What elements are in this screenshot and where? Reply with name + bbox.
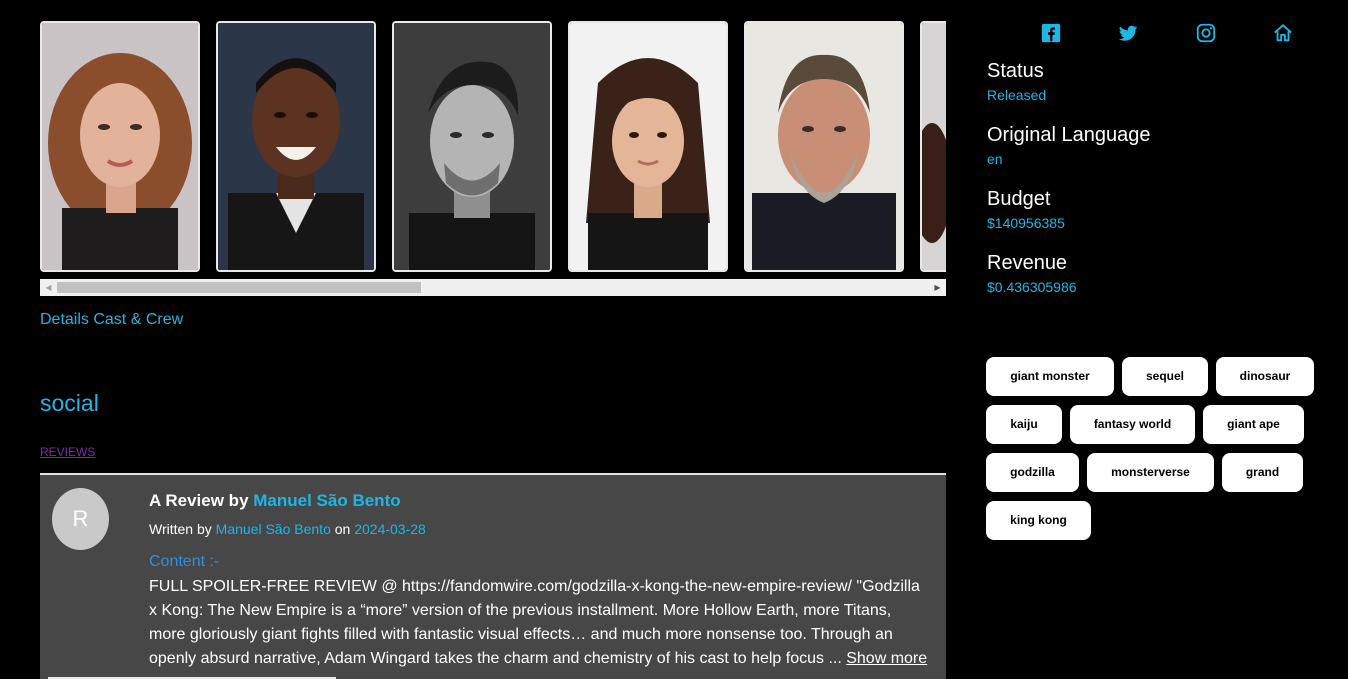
scroll-right-arrow-icon[interactable]: ▶ (929, 279, 946, 296)
show-more-link[interactable]: Show more (846, 650, 927, 667)
language-label: Original Language (987, 124, 1151, 146)
cast-photo-man-black-white[interactable] (392, 21, 552, 272)
keyword-tag[interactable]: godzilla (986, 453, 1079, 492)
avatar: R (52, 488, 109, 550)
language-value: en (987, 151, 1003, 167)
keyword-tag[interactable]: fantasy world (1070, 405, 1195, 444)
review-text: FULL SPOILER-FREE REVIEW @ https://fando… (149, 578, 920, 667)
review-body: FULL SPOILER-FREE REVIEW @ https://fando… (149, 575, 931, 671)
review-title-prefix: A Review by (149, 491, 249, 510)
review-author-name[interactable]: Manuel São Bento (216, 521, 331, 537)
status-value: Released (987, 87, 1047, 103)
tab-reviews[interactable]: REVIEWS (40, 445, 95, 459)
cast-scrollbar[interactable]: ◀ ▶ (40, 279, 946, 296)
review-card: R A Review by Manuel São Bento Written b… (40, 475, 946, 679)
cast-photo-image (746, 23, 902, 270)
cast-photo-image (394, 23, 550, 270)
cast-photo-image (570, 23, 726, 270)
cast-photo-partial[interactable] (920, 21, 946, 272)
cast-photo-image (218, 23, 374, 270)
social-links (1040, 22, 1300, 46)
review-title: A Review by Manuel São Bento (149, 491, 401, 511)
info-language: Original Language en (987, 124, 1150, 167)
keyword-tag[interactable]: giant monster (986, 357, 1114, 396)
review-author-link[interactable]: Manuel São Bento (253, 491, 400, 510)
content-label: Content :- (149, 553, 220, 570)
keyword-tag[interactable]: dinosaur (1216, 357, 1314, 396)
keyword-tag[interactable]: grand (1222, 453, 1303, 492)
cast-carousel[interactable] (40, 21, 946, 272)
scrollbar-thumb[interactable] (57, 282, 421, 293)
revenue-label: Revenue (987, 252, 1068, 274)
budget-value: $140956385 (987, 215, 1065, 231)
status-label: Status (987, 60, 1044, 82)
cast-photo-girl[interactable] (568, 21, 728, 272)
instagram-icon[interactable] (1195, 22, 1217, 44)
twitter-icon[interactable] (1117, 22, 1139, 44)
cast-photo-man-smiling[interactable] (216, 21, 376, 272)
info-status: Status Released (987, 60, 1046, 103)
cast-photo-image (42, 23, 198, 270)
review-meta: Written by Manuel São Bento on 2024-03-2… (149, 521, 426, 537)
social-heading: social (40, 390, 99, 416)
keyword-tag[interactable]: sequel (1122, 357, 1208, 396)
cast-photo-image (922, 23, 946, 270)
details-cast-crew-link[interactable]: Details Cast & Crew (40, 311, 183, 329)
keyword-tag[interactable]: monsterverse (1087, 453, 1214, 492)
info-revenue: Revenue $0.436305986 (987, 252, 1077, 295)
on-label: on (334, 521, 351, 537)
written-by-label: Written by (149, 521, 212, 537)
keyword-tag[interactable]: giant ape (1203, 405, 1304, 444)
review-date: 2024-03-28 (354, 521, 426, 537)
home-icon[interactable] (1272, 22, 1294, 44)
revenue-value: $0.436305986 (987, 279, 1077, 295)
cast-photo-woman-curly-hair[interactable] (40, 21, 200, 272)
keyword-tag[interactable]: kaiju (986, 405, 1062, 444)
budget-label: Budget (987, 188, 1051, 210)
info-budget: Budget $140956385 (987, 188, 1065, 231)
facebook-icon[interactable] (1040, 22, 1062, 44)
scroll-left-arrow-icon[interactable]: ◀ (40, 279, 57, 296)
cast-photo-man-beard[interactable] (744, 21, 904, 272)
keyword-tag[interactable]: king kong (986, 501, 1091, 540)
